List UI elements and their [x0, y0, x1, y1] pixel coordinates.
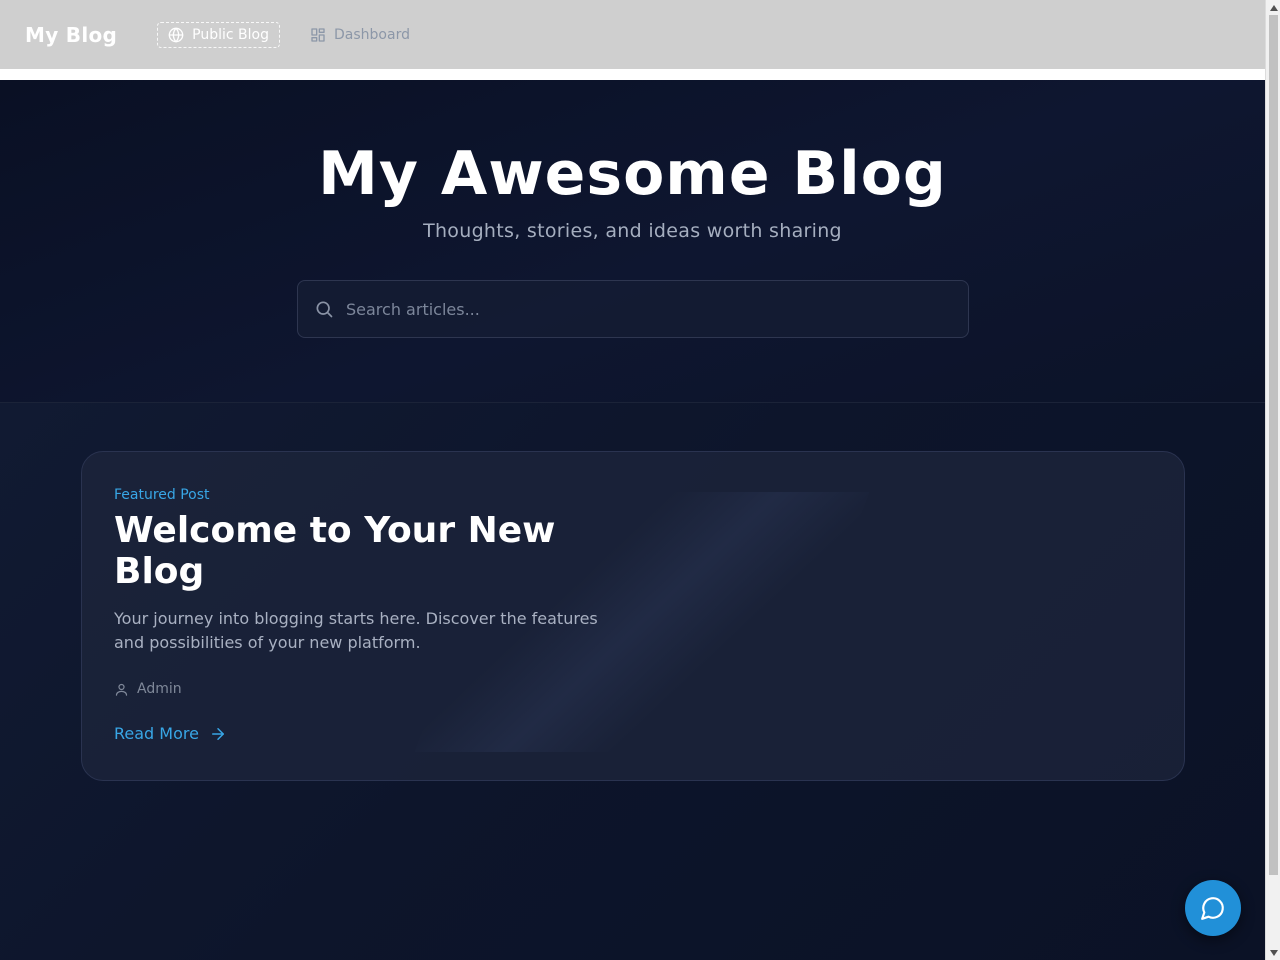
hero-section: My Awesome Blog Thoughts, stories, and i… — [0, 80, 1265, 403]
post-title[interactable]: Welcome to Your New Blog — [114, 510, 634, 592]
scroll-up-arrow[interactable] — [1266, 0, 1280, 15]
page-title: My Awesome Blog — [318, 139, 947, 209]
search-input[interactable] — [346, 299, 968, 319]
arrow-right-icon — [211, 727, 224, 740]
post-excerpt: Your journey into blogging starts here. … — [114, 609, 598, 652]
scrollbar-thumb[interactable] — [1269, 15, 1278, 875]
nav-link-dashboard[interactable]: Dashboard — [300, 22, 420, 48]
search-icon — [316, 301, 333, 318]
globe-icon — [168, 27, 184, 42]
main-content: Featured Post Welcome to Your New Blog Y… — [0, 403, 1265, 960]
dashboard-icon — [311, 27, 325, 42]
scroll-down-arrow[interactable] — [1266, 945, 1280, 960]
read-more-label: Read More — [114, 724, 199, 743]
divider-strip — [0, 69, 1265, 80]
featured-badge: Featured Post — [114, 487, 210, 503]
post-author: Admin — [114, 681, 182, 697]
top-navbar: My Blog Public Blog Dashboard — [0, 0, 1265, 69]
page: My Blog Public Blog Dashboard My Awesome… — [0, 0, 1265, 960]
user-icon — [115, 683, 128, 696]
search-bar — [297, 280, 969, 338]
page-scrollbar[interactable] — [1265, 0, 1280, 960]
nav-link-label: Dashboard — [334, 26, 410, 43]
page-subtitle: Thoughts, stories, and ideas worth shari… — [423, 220, 842, 242]
read-more-link[interactable]: Read More — [114, 724, 227, 743]
chat-bubble-icon — [1201, 897, 1224, 920]
nav-link-public-blog[interactable]: Public Blog — [157, 21, 281, 48]
nav-link-label: Public Blog — [192, 26, 270, 43]
featured-post-card[interactable]: Featured Post Welcome to Your New Blog Y… — [81, 451, 1185, 781]
author-name: Admin — [137, 681, 182, 697]
chat-button[interactable] — [1185, 880, 1241, 936]
brand-logo[interactable]: My Blog — [25, 23, 117, 47]
